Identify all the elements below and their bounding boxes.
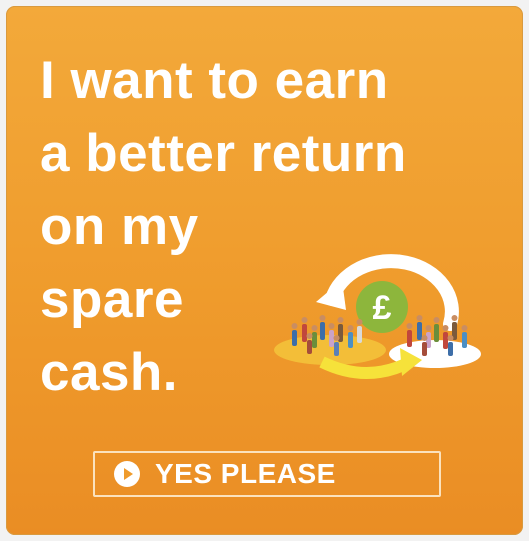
ad-banner[interactable]: I want to earn a better return on my spa…	[6, 6, 523, 535]
pound-symbol: £	[373, 289, 392, 327]
yes-please-label: YES PLEASE	[155, 458, 336, 489]
play-icon	[114, 461, 140, 487]
yes-please-button[interactable]: YES PLEASE	[93, 451, 441, 497]
headline-line-1: I want to earn	[40, 51, 389, 110]
headline-line-2: a better return	[40, 124, 407, 183]
money-cycle-people-icon: £	[274, 254, 481, 379]
